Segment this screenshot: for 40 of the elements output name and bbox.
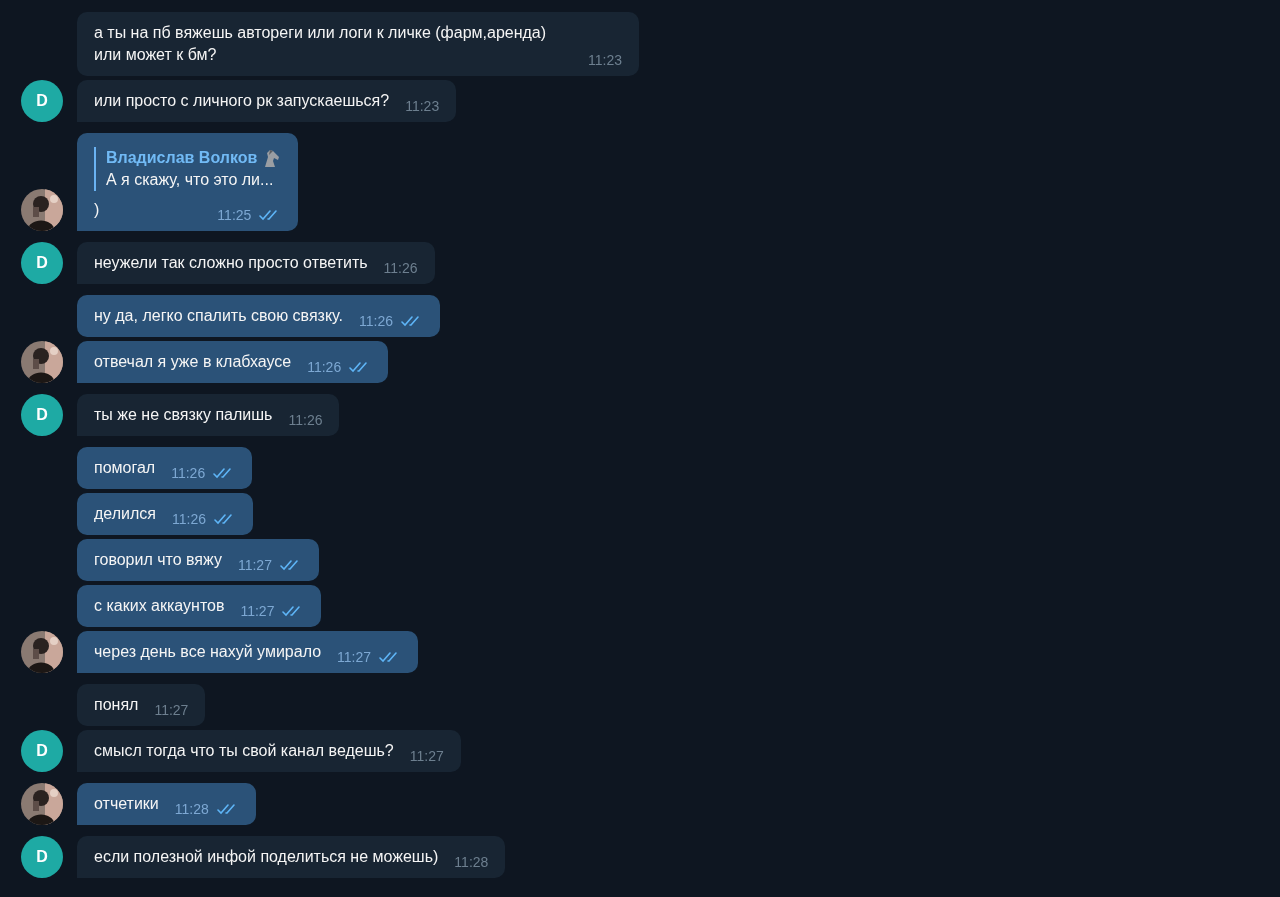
message-text: смысл тогда что ты свой канал ведешь?: [94, 741, 394, 761]
message-time: 11:27: [409, 747, 444, 766]
message-time: 11:26: [172, 510, 206, 529]
avatar[interactable]: D: [21, 80, 63, 122]
reply-author: Владислав Волков: [106, 148, 258, 168]
message-time: 11:27: [154, 701, 189, 720]
message-time: 11:28: [454, 853, 489, 872]
avatar[interactable]: D: [21, 730, 63, 772]
reply-quote[interactable]: Владислав Волков А я скажу, что это ли...: [94, 147, 282, 191]
message-text: отвечал я уже в клабхаусе: [94, 352, 292, 372]
avatar[interactable]: D: [21, 242, 63, 284]
message-text: ): [94, 200, 100, 220]
message-text: с каких аккаунтов: [94, 596, 225, 616]
avatar[interactable]: D: [21, 394, 63, 436]
message-time: 11:26: [171, 464, 206, 483]
message-time: 11:27: [337, 648, 372, 667]
message-text: понял: [94, 695, 139, 715]
message-time: 11:28: [174, 800, 209, 819]
message-text: а ты на пб вяжешь автореги или логи к личке (фарм,аренда) или может к бм?: [94, 23, 548, 65]
message-time: 11:27: [240, 602, 275, 621]
message-text: делился: [94, 504, 156, 524]
message-text: неужели так сложно просто ответить: [94, 253, 368, 273]
message-time: 11:27: [237, 556, 272, 575]
message-time: 11:23: [588, 51, 622, 70]
message-text: если полезной инфой поделиться не можешь): [94, 847, 439, 867]
message-time: 11:23: [405, 97, 440, 116]
message-text: помогал: [94, 458, 156, 478]
message-time: 11:26: [288, 411, 323, 430]
message-text: ты же не связку палишь: [94, 405, 273, 425]
message-text: говорил что вяжу: [94, 550, 222, 570]
message-text: отчетики: [94, 794, 159, 814]
avatar[interactable]: D: [21, 836, 63, 878]
message-time: 11:25: [217, 206, 252, 225]
reply-text: А я скажу, что это ли...: [106, 170, 275, 190]
message-time: 11:26: [383, 259, 418, 278]
message-time: 11:26: [358, 312, 393, 331]
message-time: 11:26: [307, 358, 342, 377]
message-text: через день все нахуй умирало: [94, 642, 322, 662]
message-text: или просто с личного рк запускаешься?: [94, 91, 390, 111]
message-text: ну да, легко спалить свою связку.: [94, 306, 343, 326]
